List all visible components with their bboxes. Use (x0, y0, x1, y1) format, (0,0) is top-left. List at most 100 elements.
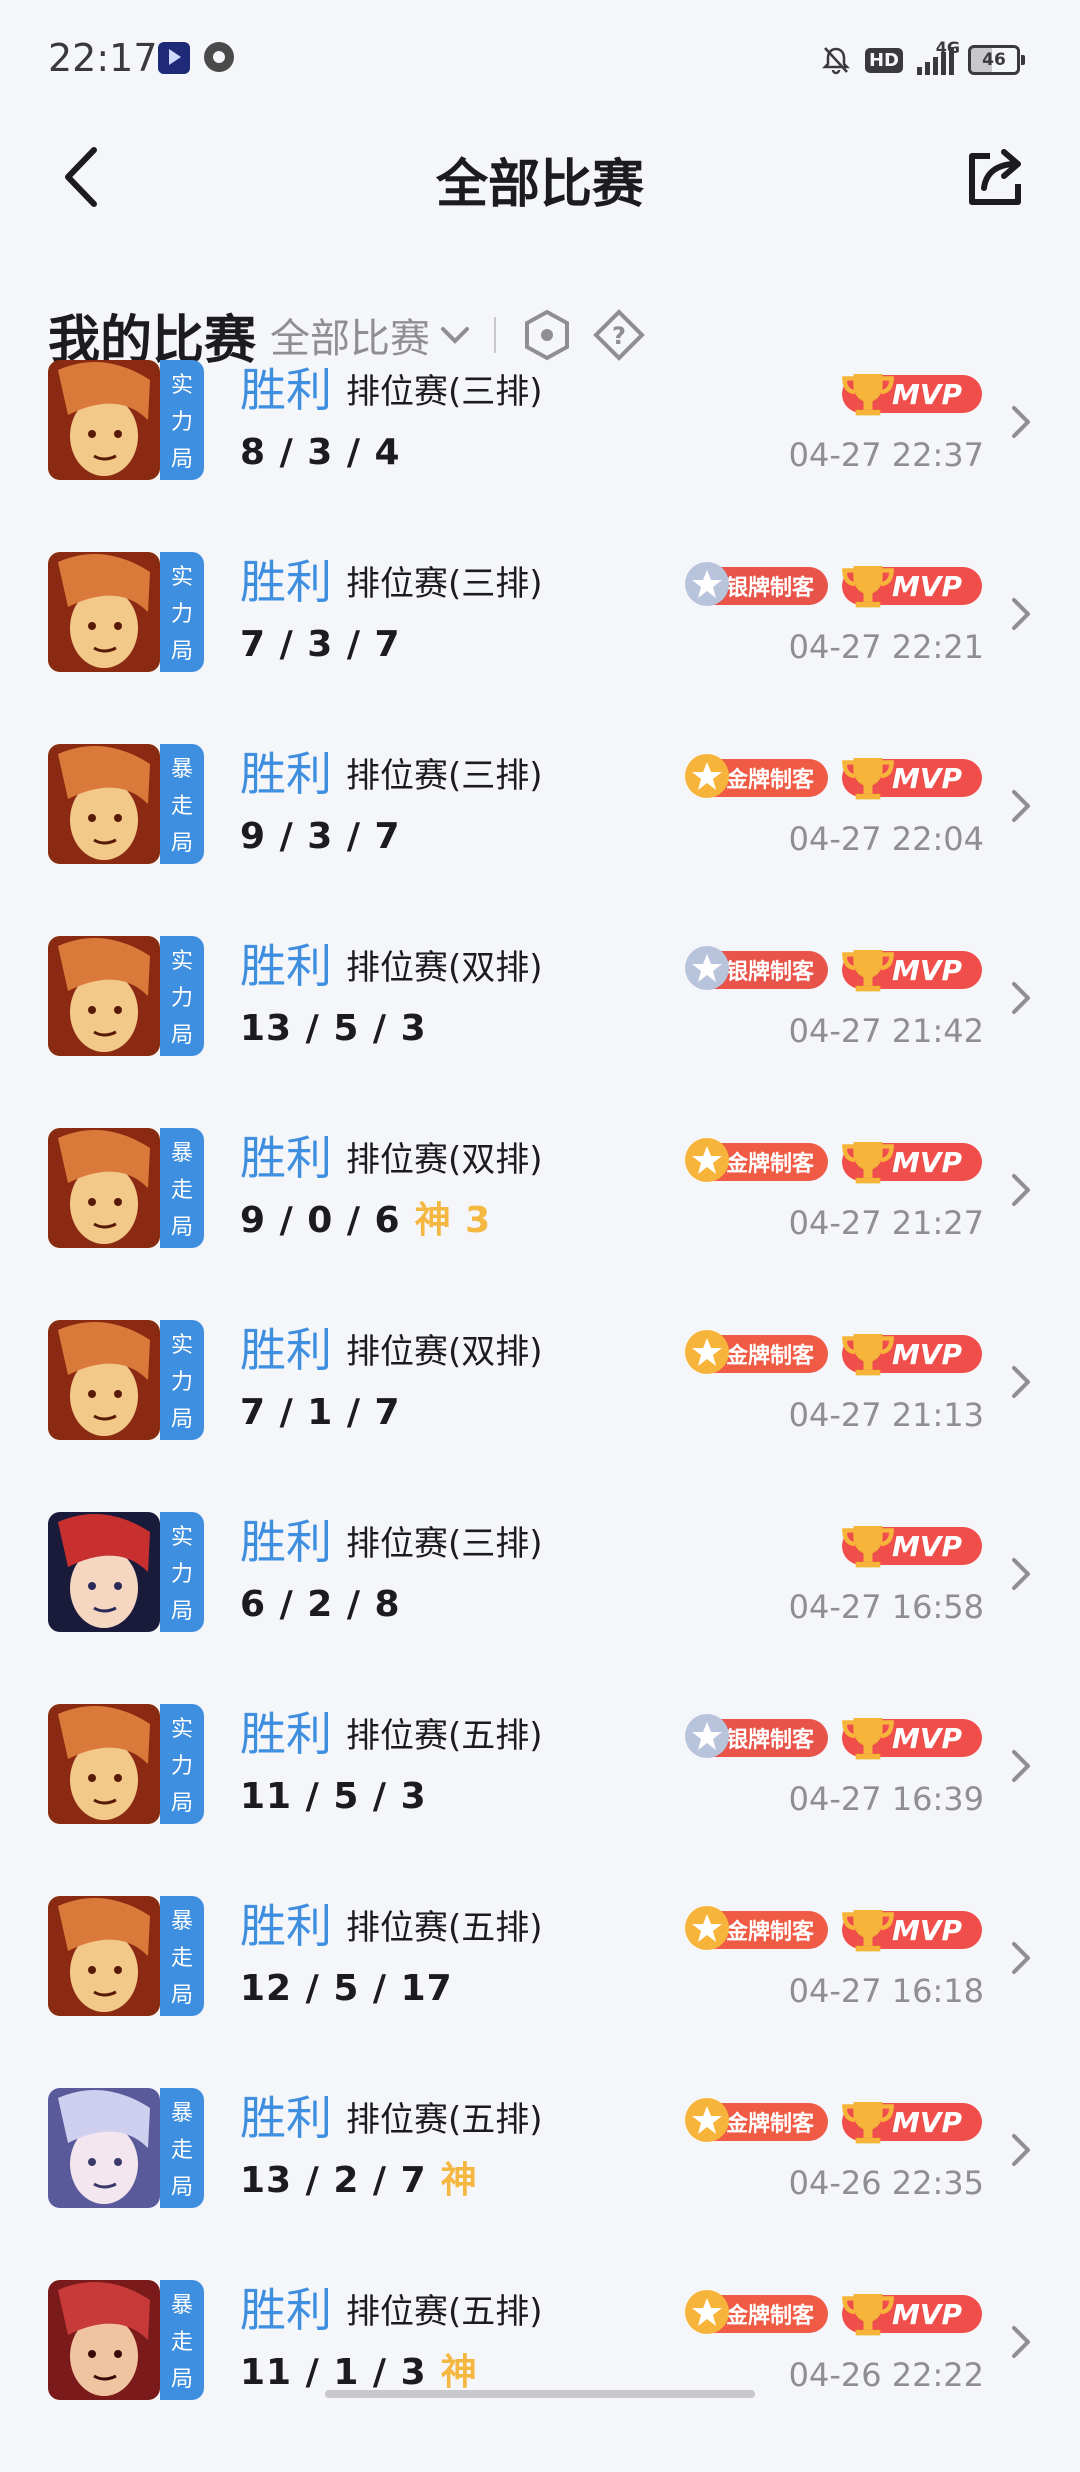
kda-value: 7 / 1 / 7 (240, 1392, 401, 1433)
mode-tag: 实 力 局 (160, 552, 204, 672)
trophy-icon (842, 1333, 894, 1376)
match-time: 04-27 16:18 (788, 1972, 984, 2010)
hero-avatar (48, 2280, 160, 2400)
match-row[interactable]: 实 力 局 胜利 排位赛(五排) 11 / 5 / 3 银牌制客 MVP 04-… (0, 1704, 1080, 1896)
hero-portrait (48, 1704, 160, 1824)
mvp-badge: MVP (842, 1525, 982, 1568)
hero-portrait (48, 1320, 160, 1440)
hero-avatar (48, 2088, 160, 2208)
mode-char: 实 (170, 564, 193, 590)
mode-char: 局 (170, 447, 193, 473)
match-row[interactable]: 暴 走 局 胜利 排位赛(五排) 12 / 5 / 17 金牌制客 MVP 04… (0, 1896, 1080, 2088)
kda-score: 8 / 3 / 4 (240, 428, 401, 478)
hero-avatar (48, 744, 160, 864)
badges: 银牌制客 MVP (684, 562, 982, 608)
chevron-right-icon (1012, 790, 1030, 822)
match-row[interactable]: 暴 走 局 胜利 排位赛(双排) 9 / 0 / 6神 3 金牌制客 MVP 0… (0, 1128, 1080, 1320)
aperture-app-icon (204, 42, 234, 72)
chevron-right-icon (1012, 1942, 1030, 1974)
match-type: 排位赛(三排) (346, 1524, 543, 1564)
chevron-down-icon (441, 327, 470, 344)
kda-value: 13 / 2 / 7 (240, 2160, 427, 2201)
chevron-right-icon (1012, 1558, 1030, 1590)
mvp-label: MVP (892, 2105, 963, 2139)
mode-char: 走 (170, 793, 193, 819)
mode-char: 局 (170, 831, 193, 857)
hero-avatar (48, 1896, 160, 2016)
hero-portrait (48, 936, 160, 1056)
mvp-badge: MVP (842, 373, 982, 416)
hexagon-settings-icon[interactable] (520, 308, 574, 362)
mode-char: 力 (170, 985, 193, 1011)
mode-char: 局 (170, 2175, 193, 2201)
medal-star-icon (684, 562, 729, 606)
page-title: 全部比赛 (435, 155, 644, 215)
badges: 银牌制客 MVP (684, 946, 982, 992)
match-row[interactable]: 实 力 局 胜利 排位赛(双排) 7 / 1 / 7 金牌制客 MVP 04-2… (0, 1320, 1080, 1512)
mode-tag: 实 力 局 (160, 1320, 204, 1440)
mvp-badge: MVP (842, 1333, 982, 1376)
trophy-icon (842, 1717, 894, 1760)
mvp-label: MVP (892, 1913, 963, 1947)
gold-medal-badge: 金牌制客 (684, 1138, 828, 1182)
mode-tag: 暴 走 局 (160, 2088, 204, 2208)
mode-tag: 实 力 局 (160, 1704, 204, 1824)
mvp-badge: MVP (842, 2101, 982, 2144)
god-tag: 神 (440, 2352, 478, 2393)
trophy-icon (842, 757, 894, 800)
mvp-badge: MVP (842, 757, 982, 800)
match-time: 04-26 22:35 (788, 2164, 984, 2202)
match-row[interactable]: 实 力 局 胜利 排位赛(三排) 7 / 3 / 7 银牌制客 MVP 04-2… (0, 552, 1080, 744)
divider (494, 317, 497, 353)
match-row[interactable]: 暴 走 局 胜利 排位赛(三排) 9 / 3 / 7 金牌制客 MVP 04-2… (0, 744, 1080, 936)
badges: 金牌制客 MVP (684, 1138, 982, 1184)
mvp-label: MVP (892, 2297, 963, 2331)
mode-tag: 暴 走 局 (160, 1896, 204, 2016)
badges: MVP (842, 1524, 982, 1568)
mvp-badge: MVP (842, 1909, 982, 1952)
match-row[interactable]: 暴 走 局 胜利 排位赛(五排) 13 / 2 / 7神 金牌制客 MVP 04… (0, 2088, 1080, 2280)
medal-star-icon (684, 1714, 729, 1758)
mode-char: 走 (170, 1945, 193, 1971)
hd-voice-icon: HD (864, 47, 903, 73)
kda-value: 9 / 0 / 6 (240, 1200, 401, 1241)
help-diamond-icon[interactable]: ? (592, 308, 646, 362)
kda-score: 9 / 0 / 6 神 3 (240, 1196, 491, 1246)
match-time: 04-27 21:13 (788, 1396, 984, 1434)
silver-medal-badge: 银牌制客 (684, 1714, 828, 1758)
hero-avatar (48, 1704, 160, 1824)
mvp-badge: MVP (842, 2293, 982, 2336)
mode-char: 局 (170, 1983, 193, 2009)
match-time: 04-27 21:27 (788, 1204, 984, 1242)
badge-label: 金牌制客 (725, 1920, 814, 1945)
badge-label: 金牌制客 (725, 2304, 814, 2329)
match-type-dropdown[interactable]: 全部比赛 (270, 306, 470, 364)
gold-medal-badge: 金牌制客 (684, 2098, 828, 2142)
match-type: 排位赛(五排) (346, 1908, 543, 1948)
match-row[interactable]: 实 力 局 胜利 排位赛(三排) 8 / 3 / 4 MVP 04-27 22:… (0, 360, 1080, 552)
gold-medal-badge: 金牌制客 (684, 754, 828, 798)
home-indicator[interactable] (325, 2390, 755, 2398)
chevron-right-icon (1012, 1366, 1030, 1398)
mode-char: 局 (170, 1023, 193, 1049)
match-type: 排位赛(双排) (346, 948, 543, 988)
match-result: 胜利 (240, 1515, 332, 1569)
hero-avatar (48, 552, 160, 672)
mode-char: 实 (170, 948, 193, 974)
match-time: 04-27 22:21 (788, 628, 984, 666)
hero-portrait (48, 1896, 160, 2016)
badges: 金牌制客 MVP (684, 2290, 982, 2336)
mode-char: 实 (170, 1524, 193, 1550)
match-row[interactable]: 实 力 局 胜利 排位赛(双排) 13 / 5 / 3 银牌制客 MVP 04-… (0, 936, 1080, 1128)
mode-char: 局 (170, 1791, 193, 1817)
match-row[interactable]: 暴 走 局 胜利 排位赛(五排) 11 / 1 / 3神 金牌制客 MVP 04… (0, 2280, 1080, 2472)
match-type: 排位赛(三排) (346, 372, 543, 412)
share-icon[interactable] (960, 142, 1030, 212)
kda-score: 9 / 3 / 7 (240, 812, 401, 862)
match-row[interactable]: 实 力 局 胜利 排位赛(三排) 6 / 2 / 8 MVP 04-27 16:… (0, 1512, 1080, 1704)
mode-char: 力 (170, 409, 193, 435)
badge-label: 金牌制客 (725, 768, 814, 793)
match-time: 04-27 22:37 (788, 436, 984, 474)
match-type: 排位赛(双排) (346, 1332, 543, 1372)
chevron-right-icon (1012, 2134, 1030, 2166)
